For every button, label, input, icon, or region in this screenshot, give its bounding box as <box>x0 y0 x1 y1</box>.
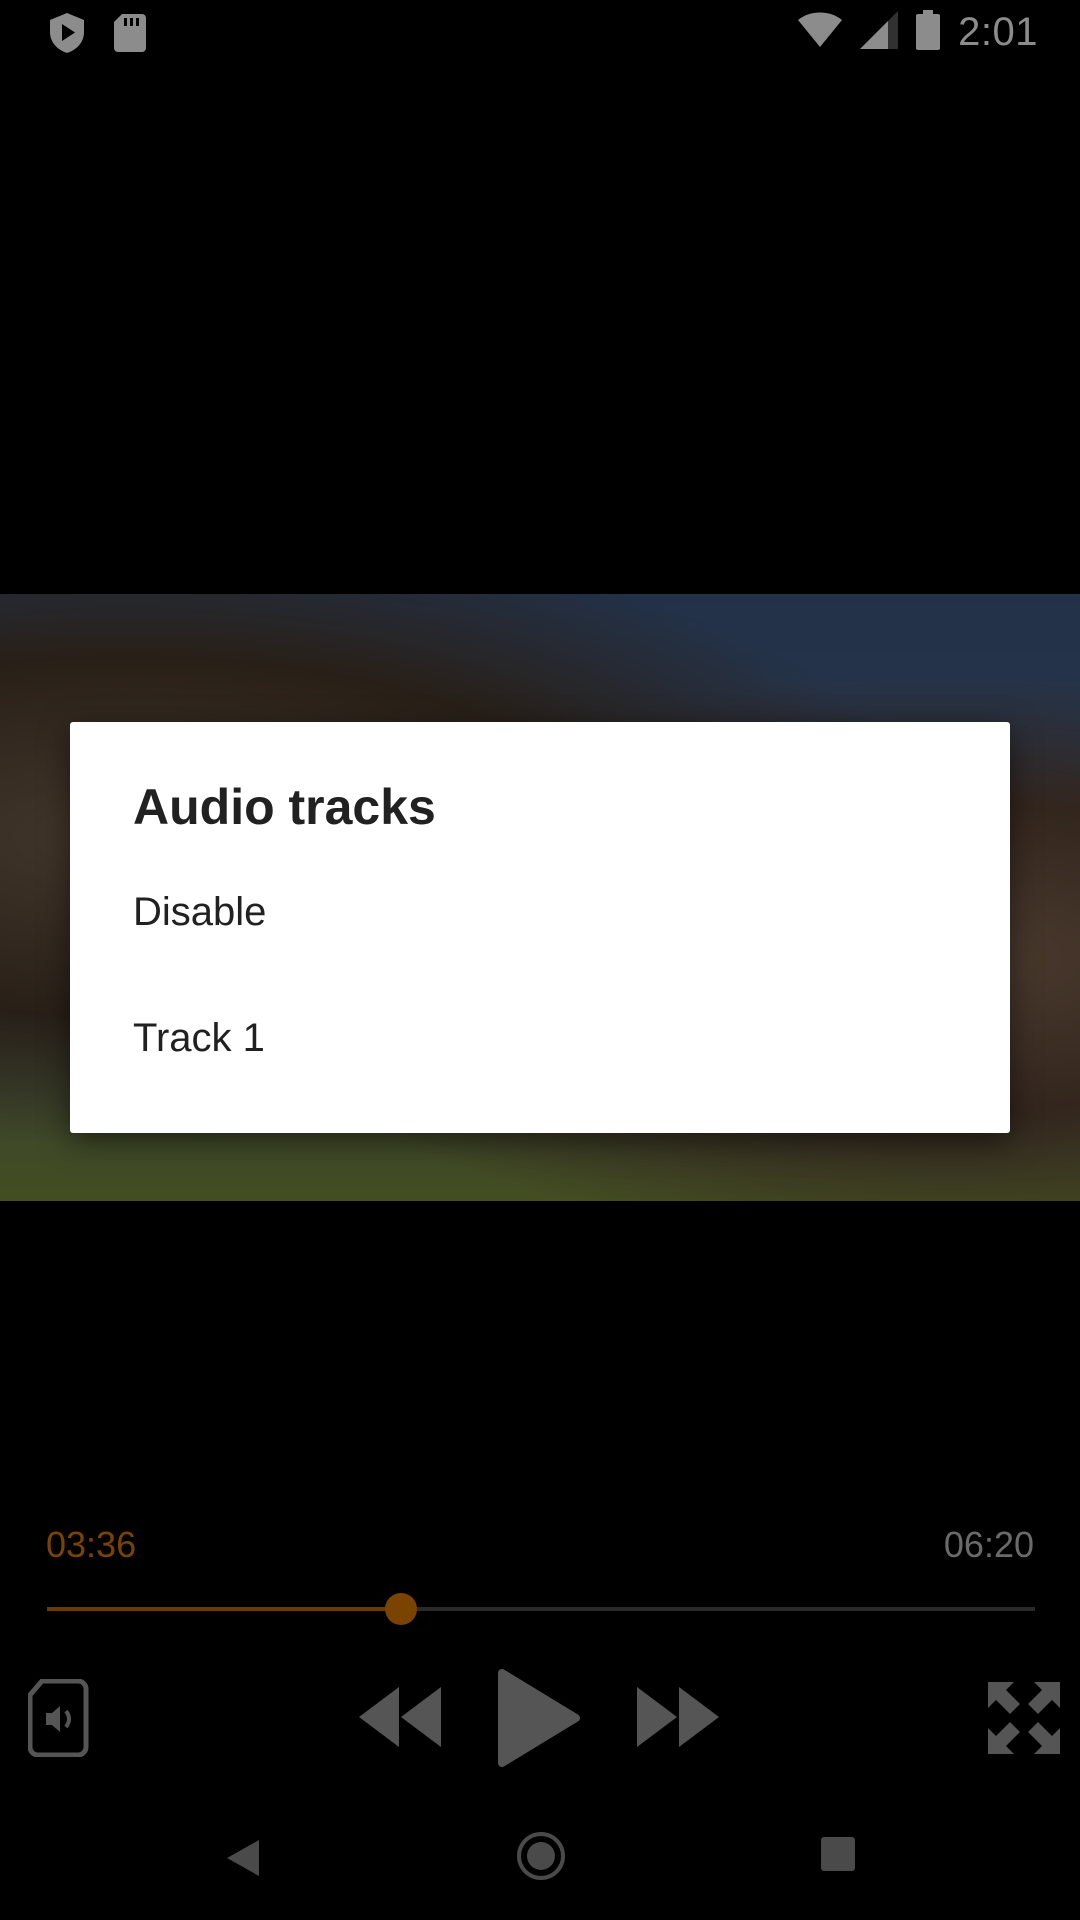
seek-bar[interactable] <box>47 1593 1035 1625</box>
navigation-bar <box>0 1800 1080 1920</box>
home-icon <box>516 1831 566 1886</box>
option-label: Track 1 <box>133 1015 265 1060</box>
play-icon <box>496 1667 582 1774</box>
fast-forward-button[interactable] <box>634 1684 722 1754</box>
play-button[interactable] <box>494 1668 584 1772</box>
total-time: 06:20 <box>943 1524 1034 1565</box>
rewind-icon <box>357 1685 443 1754</box>
rewind-button[interactable] <box>356 1684 444 1754</box>
seek-thumb[interactable] <box>384 1593 417 1625</box>
fast-forward-icon <box>635 1685 721 1754</box>
back-button[interactable] <box>218 1830 268 1890</box>
recents-button[interactable] <box>818 1836 858 1876</box>
dialog-title: Audio tracks <box>133 779 436 835</box>
back-icon <box>225 1838 261 1883</box>
current-time: 03:36 <box>46 1524 137 1565</box>
fullscreen-button[interactable] <box>984 1680 1064 1760</box>
audio-tracks-dialog: Audio tracks Disable Track 1 <box>70 722 1010 1133</box>
fullscreen-icon <box>988 1681 1060 1759</box>
option-track-1[interactable]: Track 1 <box>70 978 1010 1098</box>
audio-track-button[interactable] <box>24 1678 94 1762</box>
seek-progress <box>47 1607 401 1611</box>
home-button[interactable] <box>513 1830 569 1886</box>
option-disable[interactable]: Disable <box>70 852 1010 972</box>
option-label: Disable <box>133 889 267 934</box>
audio-track-icon <box>27 1678 90 1762</box>
recents-icon <box>821 1836 855 1876</box>
